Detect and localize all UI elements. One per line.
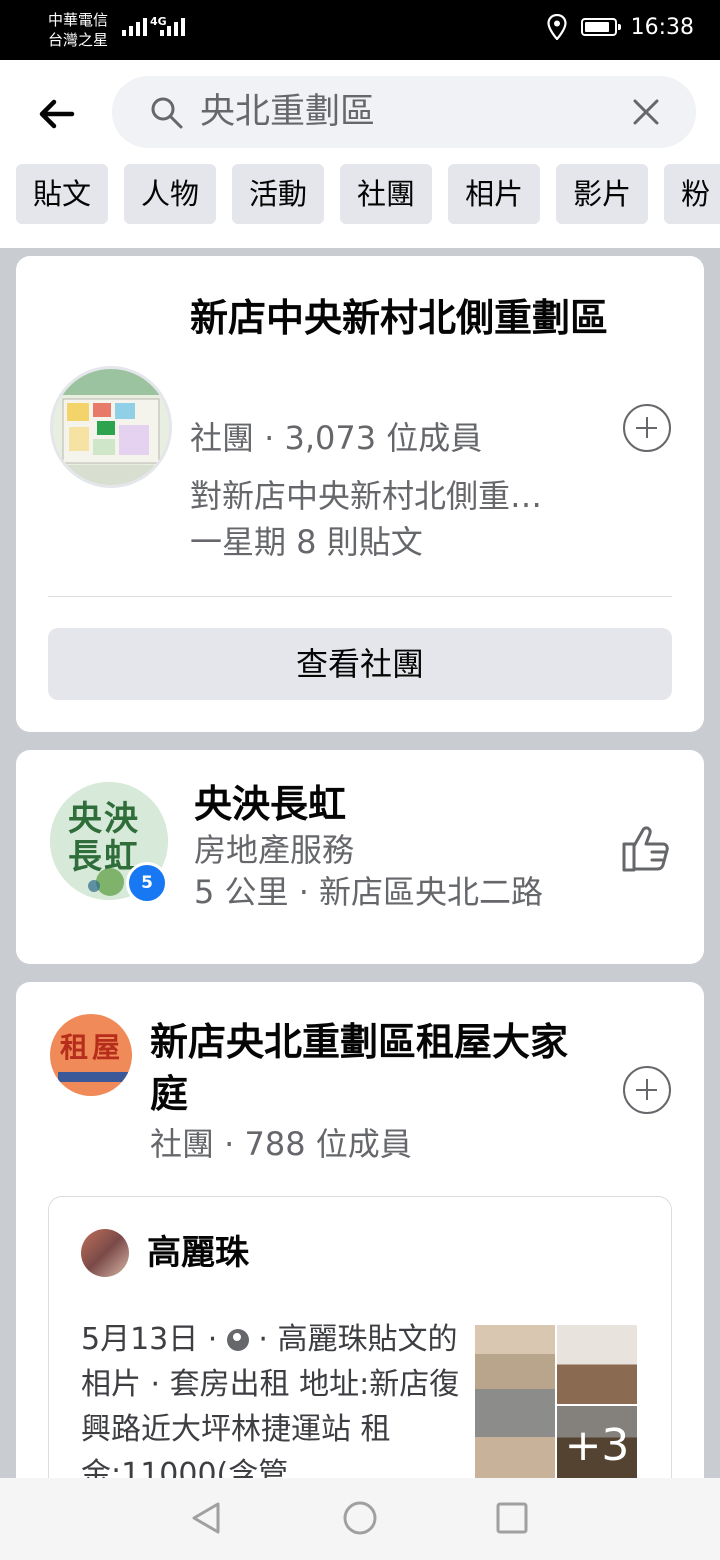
filter-videos[interactable]: 影片 <box>556 164 649 224</box>
filter-chips: 貼文 人物 活動 社團 相片 影片 粉 <box>16 164 720 224</box>
carrier-name-1: 中華電信 <box>48 11 109 29</box>
clear-icon[interactable] <box>632 98 660 126</box>
group-avatar <box>50 366 172 488</box>
page-title[interactable]: 央泱長虹 <box>194 778 346 830</box>
page-count-badge: 5 <box>126 862 168 904</box>
post-photo-2[interactable] <box>557 1325 637 1404</box>
group-result-card-2[interactable]: 租屋 新店央北重劃區租屋大家庭 社團 · 788 位成員 高麗珠 5月13日 ·… <box>16 982 704 1560</box>
system-nav-bar <box>0 1478 720 1560</box>
carrier-name-2: 台灣之星 <box>48 31 109 49</box>
search-icon <box>151 97 183 129</box>
filter-groups[interactable]: 社團 <box>340 164 433 224</box>
signal-icon-2 <box>160 18 185 36</box>
filter-pages[interactable]: 粉 <box>664 164 720 224</box>
signal-icon <box>122 18 147 36</box>
group-avatar-2: 租屋 <box>50 1014 132 1096</box>
back-arrow-icon[interactable] <box>36 94 76 134</box>
status-bar: 中華電信 台灣之星 4G 16:38 <box>0 0 720 60</box>
post-text: 5月13日 · · 高麗珠貼文的相片 · 套房出租 地址:新店復興路近大坪林捷運… <box>81 1317 461 1497</box>
page-location: 5 公里 · 新店區央北二路 <box>194 873 544 911</box>
battery-icon <box>580 18 621 36</box>
group-title[interactable]: 新店中央新村北側重劃區 <box>190 292 610 344</box>
join-group-button[interactable] <box>623 404 671 452</box>
globe-icon <box>226 1329 249 1351</box>
post-author[interactable]: 高麗珠 <box>147 1231 249 1275</box>
post-author-avatar[interactable] <box>81 1229 129 1277</box>
group-title-2[interactable]: 新店央北重劃區租屋大家庭 <box>150 1016 590 1120</box>
group-avatar-strip <box>58 1072 128 1082</box>
join-group-button-2[interactable] <box>623 1066 671 1114</box>
page-result-card[interactable]: 央泱長虹 5 央泱長虹 房地產服務 5 公里 · 新店區央北二路 <box>16 750 704 964</box>
recents-nav-icon[interactable] <box>492 1498 532 1538</box>
more-photos-count: +3 <box>557 1406 637 1485</box>
card-divider <box>48 596 672 597</box>
filter-events[interactable]: 活動 <box>232 164 325 224</box>
view-group-button[interactable]: 查看社團 <box>48 628 672 700</box>
location-icon <box>546 14 567 40</box>
clock: 16:38 <box>630 14 694 40</box>
group-avatar-text: 租屋 <box>60 1031 125 1064</box>
group-activity: 一星期 8 則貼文 <box>190 523 423 561</box>
filter-photos[interactable]: 相片 <box>448 164 541 224</box>
filter-posts[interactable]: 貼文 <box>16 164 109 224</box>
page-category: 房地產服務 <box>194 831 355 869</box>
group-map-image <box>53 369 169 485</box>
filter-people[interactable]: 人物 <box>124 164 217 224</box>
carrier-info: 中華電信 台灣之星 <box>48 10 108 50</box>
battery-fill <box>584 22 609 32</box>
post-date: 5月13日 · <box>81 1322 227 1357</box>
group-result-card[interactable]: 新店中央新村北側重劃區 社團 · 3,073 位成員 對新店中央新村北側重… 一… <box>16 256 704 732</box>
post-photos[interactable]: +3 <box>475 1325 637 1485</box>
post-photo-3[interactable]: +3 <box>557 1406 637 1485</box>
search-input[interactable]: 央北重劃區 <box>200 90 375 134</box>
post-photo-1[interactable] <box>475 1325 555 1485</box>
search-header: 央北重劃區 貼文 人物 活動 社團 相片 影片 粉 <box>0 60 720 248</box>
group-meta-2: 社團 · 788 位成員 <box>150 1125 412 1163</box>
group-description: 對新店中央新村北側重… <box>190 477 543 515</box>
group-meta: 社團 · 3,073 位成員 <box>190 419 483 457</box>
home-nav-icon[interactable] <box>340 1498 380 1538</box>
like-icon[interactable] <box>620 822 672 874</box>
back-nav-icon[interactable] <box>186 1498 226 1538</box>
search-bar[interactable]: 央北重劃區 <box>112 76 696 148</box>
